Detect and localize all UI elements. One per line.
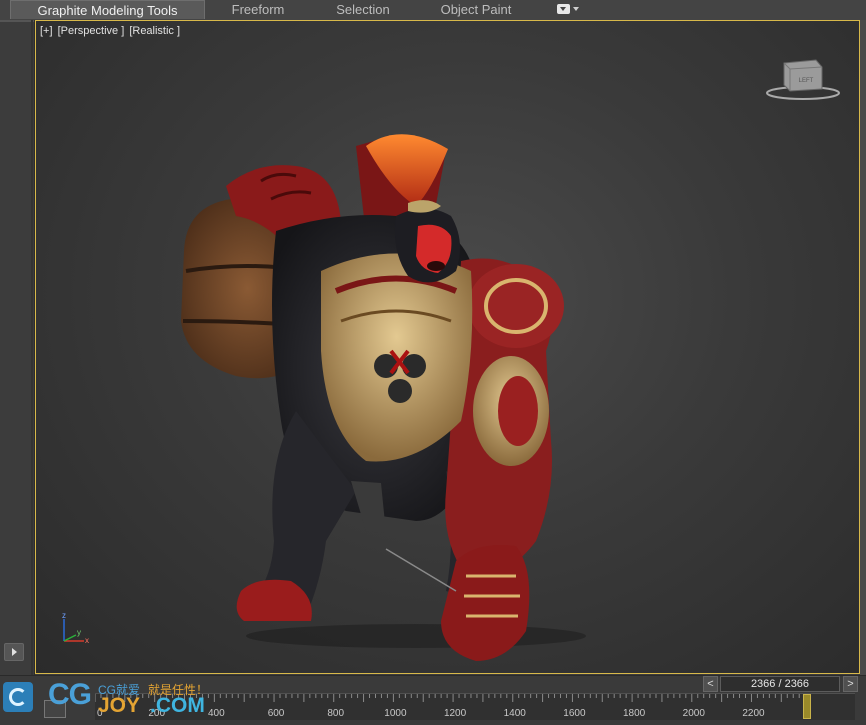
tab-selection[interactable]: Selection	[320, 0, 406, 19]
timeline-tick-label: 600	[268, 708, 285, 719]
left-strip-edge	[31, 20, 33, 675]
timeline-tick-label: 2200	[742, 708, 765, 719]
viewport-menu-plus[interactable]: [+]	[40, 25, 53, 37]
timeline-tick-label: 2000	[683, 708, 706, 719]
timeline-tick-label: 1400	[504, 708, 527, 719]
next-frame-button[interactable]: >	[843, 676, 858, 692]
watermark-joy: JOY	[98, 694, 141, 717]
cgjoy-watermark: CG CG就爱 就是任性！ JOY .COM	[0, 676, 260, 724]
prev-frame-button[interactable]: <	[703, 676, 718, 692]
tab-freeform[interactable]: Freeform	[215, 0, 301, 19]
axis-x-label: x	[85, 636, 89, 645]
ribbon-options-dropdown-icon[interactable]	[557, 3, 579, 16]
left-strip-divider	[0, 20, 34, 22]
timeline-tick-label: 1600	[563, 708, 586, 719]
viewcube-face-label: LEFT	[799, 78, 814, 84]
tab-graphite-modeling-tools[interactable]: Graphite Modeling Tools	[10, 0, 205, 19]
timeline-tick-label: 1000	[384, 708, 407, 719]
model-shadow	[246, 624, 586, 648]
timeline-tick-label: 1200	[444, 708, 467, 719]
chevron-down-icon	[573, 7, 579, 11]
perspective-viewport[interactable]: [+] [Perspective ] [Realistic ] LEFT z x…	[35, 20, 860, 674]
play-animation-button[interactable]	[4, 643, 24, 661]
timeline-tick-label: 800	[327, 708, 344, 719]
viewport-point-of-view-label[interactable]: [Perspective ]	[58, 25, 125, 37]
axis-tripod-icon: z x y	[62, 611, 89, 645]
axis-y-label: y	[77, 628, 81, 637]
frame-navigator: < 2366 / 2366 >	[703, 676, 859, 692]
viewcube-icon[interactable]: LEFT	[766, 57, 842, 103]
tab-object-paint[interactable]: Object Paint	[430, 0, 522, 19]
right-side-strip	[860, 20, 866, 675]
watermark-com: .COM	[150, 694, 205, 717]
watermark-cg: CG	[48, 678, 92, 711]
model-staff	[385, 548, 457, 592]
timeline-tick-label: 1800	[623, 708, 646, 719]
axis-y-line	[63, 634, 77, 642]
cgjoy-logo-icon	[3, 682, 33, 712]
frame-counter[interactable]: 2366 / 2366	[720, 676, 840, 692]
time-slider-handle[interactable]	[803, 694, 811, 719]
viewport-shading-label[interactable]: [Realistic ]	[129, 25, 180, 37]
viewport-label[interactable]: [+] [Perspective ] [Realistic ]	[40, 25, 182, 37]
ribbon-tab-bar: Graphite Modeling Tools Freeform Selecti…	[0, 0, 866, 21]
axis-z-label: z	[62, 611, 66, 620]
model-shoulder-pauldron	[468, 264, 564, 348]
left-side-strip	[0, 20, 35, 675]
ribbon-options-box-icon	[557, 4, 570, 14]
model-scene	[181, 134, 586, 661]
